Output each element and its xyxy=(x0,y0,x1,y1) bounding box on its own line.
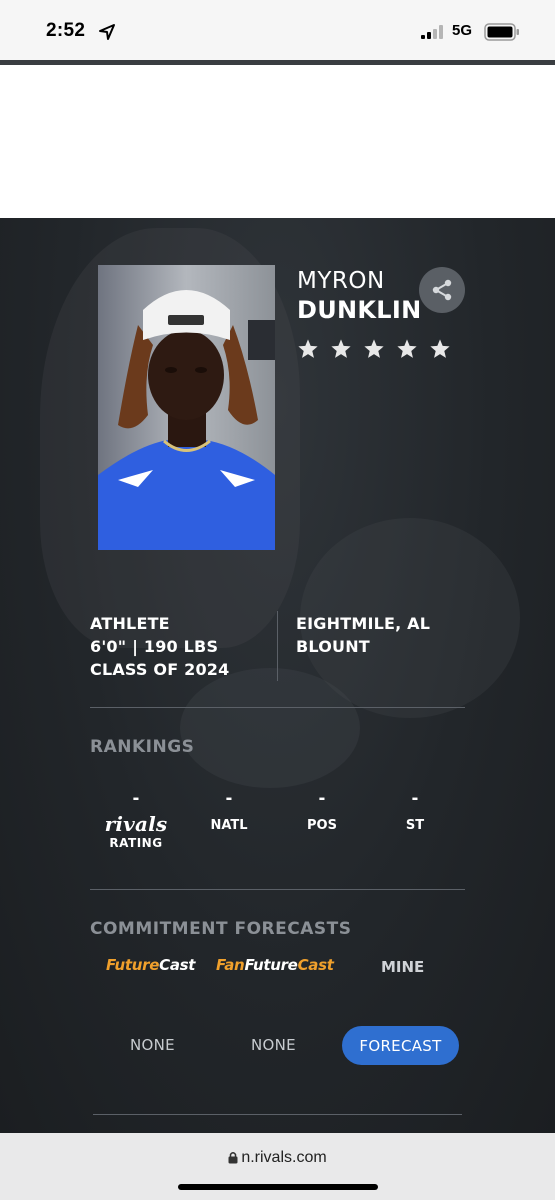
rating-label: RATING xyxy=(109,836,163,850)
status-bar: 2:52 5G xyxy=(0,0,555,60)
home-indicator[interactable] xyxy=(178,1184,378,1190)
player-first-name: MYRON xyxy=(297,268,385,294)
fanfuturecast-value: NONE xyxy=(251,1036,296,1054)
position-rank: - POS xyxy=(277,786,367,833)
rivals-rating: - rivals RATING xyxy=(91,786,181,850)
position-rank-value: - xyxy=(318,787,326,809)
futurecast-value: NONE xyxy=(130,1036,175,1054)
player-position: ATHLETE xyxy=(90,614,170,633)
player-last-name: DUNKLIN xyxy=(297,296,422,324)
star-icon xyxy=(298,339,318,358)
url-text: n.rivals.com xyxy=(241,1149,327,1166)
state-rank-value: - xyxy=(411,787,419,809)
lock-icon xyxy=(228,1152,238,1164)
player-location: EIGHTMILE, AL BLOUNT xyxy=(296,612,430,658)
location-arrow-icon xyxy=(99,24,115,40)
rankings-title: RANKINGS xyxy=(90,737,195,757)
ad-placeholder xyxy=(0,65,555,218)
player-size: 6'0" | 190 LBS xyxy=(90,637,219,656)
cellular-signal-icon xyxy=(421,25,443,39)
player-photo xyxy=(98,265,275,550)
player-profile: MYRON DUNKLIN ATHLETE 6'0" | 190 LBS CLA… xyxy=(0,218,555,1133)
star-icon xyxy=(364,339,384,358)
bio-divider xyxy=(277,611,278,681)
position-rank-label: POS xyxy=(307,818,337,833)
star-icon xyxy=(397,339,417,358)
national-rank: - NATL xyxy=(184,786,274,833)
player-school: BLOUNT xyxy=(296,637,370,656)
national-rank-label: NATL xyxy=(210,818,248,833)
divider xyxy=(90,707,465,708)
fanfuturecast-logo: FanFutureCast xyxy=(216,956,334,974)
player-hometown: EIGHTMILE, AL xyxy=(296,614,431,633)
futurecast-logo: FutureCast xyxy=(106,956,196,974)
rivals-logo: rivals xyxy=(104,812,168,836)
browser-address-bar[interactable]: n.rivals.com xyxy=(0,1133,555,1200)
status-time: 2:52 xyxy=(46,20,86,41)
forecasts-title: COMMITMENT FORECASTS xyxy=(90,919,352,939)
battery-icon xyxy=(484,23,519,41)
player-class: CLASS OF 2024 xyxy=(90,660,230,679)
share-button[interactable] xyxy=(419,267,465,313)
rivals-rating-value: - xyxy=(132,787,140,809)
divider xyxy=(90,889,465,890)
divider xyxy=(93,1114,462,1115)
url-display[interactable]: n.rivals.com xyxy=(0,1149,555,1167)
network-type: 5G xyxy=(452,22,473,39)
player-bio: ATHLETE 6'0" | 190 LBS CLASS OF 2024 xyxy=(90,612,229,681)
state-rank-label: ST xyxy=(405,818,425,833)
forecast-button[interactable]: FORECAST xyxy=(342,1026,459,1065)
share-icon xyxy=(432,279,452,301)
star-icon xyxy=(430,339,450,358)
state-rank: - ST xyxy=(370,786,460,833)
national-rank-value: - xyxy=(225,787,233,809)
background-figure xyxy=(180,668,360,788)
star-rating xyxy=(297,338,451,360)
mine-label: MINE xyxy=(381,958,425,976)
star-icon xyxy=(331,339,351,358)
